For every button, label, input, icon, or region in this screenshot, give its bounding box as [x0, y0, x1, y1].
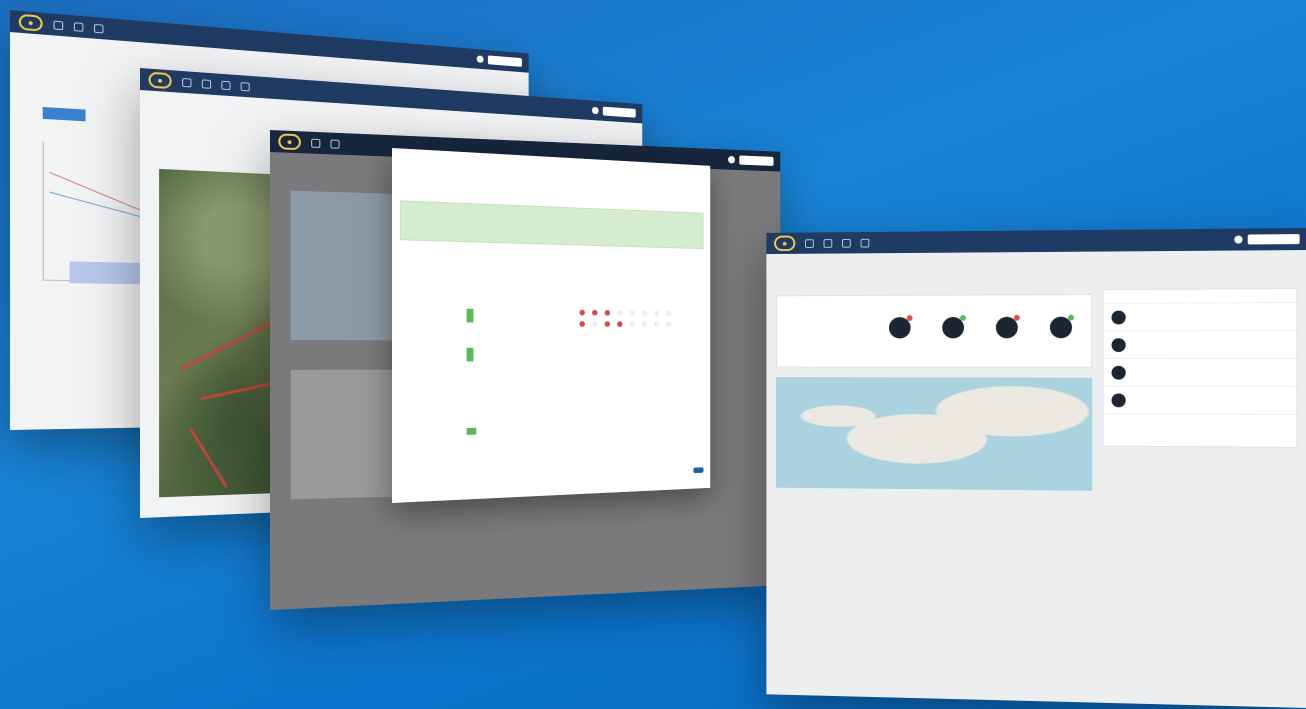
status-dot: [641, 321, 648, 328]
search-input[interactable]: [487, 55, 522, 67]
home-icon[interactable]: [73, 21, 84, 32]
status-dot: [579, 321, 585, 327]
list-icon[interactable]: [93, 23, 104, 33]
status-dot: [617, 310, 623, 316]
device-icon: [1111, 337, 1126, 352]
activity-list: [1103, 303, 1297, 415]
chart-icon[interactable]: [240, 81, 250, 91]
detail-modal: [392, 148, 711, 503]
status-dot: [604, 321, 611, 327]
activity-panel: [1102, 288, 1298, 448]
app-logo[interactable]: ●: [774, 235, 796, 252]
list-icon[interactable]: [221, 80, 231, 90]
status-icon: [995, 314, 1020, 339]
status-badge: [906, 315, 913, 321]
status-dot: [641, 310, 648, 316]
device-icon: [1111, 365, 1126, 380]
list-item[interactable]: [1103, 303, 1297, 332]
app-logo[interactable]: ●: [148, 71, 172, 90]
status-circles: [888, 314, 1075, 342]
list-icon[interactable]: [842, 238, 851, 248]
europe-map[interactable]: [776, 377, 1093, 491]
showcase-stage: ● ● ● ●: [0, 0, 1306, 709]
status-toggle[interactable]: [466, 347, 474, 362]
list-item[interactable]: [1103, 331, 1297, 359]
status-icon: [942, 314, 966, 339]
status-badge: [1013, 314, 1020, 321]
status-dot: [592, 309, 598, 316]
view-more-link[interactable]: [1103, 414, 1296, 423]
status-dot: [604, 309, 611, 316]
status-circle[interactable]: [995, 314, 1020, 342]
search-input[interactable]: [602, 106, 636, 118]
ok-label: [693, 467, 704, 474]
user-icon[interactable]: [1234, 235, 1243, 244]
list-item[interactable]: [1103, 358, 1297, 387]
status-dot: [629, 310, 635, 316]
device-icon: [1111, 392, 1126, 407]
route-line: [189, 427, 228, 488]
ok-button[interactable]: [693, 461, 704, 478]
grid-icon[interactable]: [182, 77, 192, 88]
tab-selector[interactable]: [42, 106, 86, 122]
home-icon[interactable]: [330, 139, 340, 149]
status-icon: [888, 315, 913, 339]
map-thumbnail: [290, 190, 402, 341]
grid-icon[interactable]: [805, 238, 814, 248]
item-list: [290, 369, 402, 500]
activity-header: [1103, 289, 1297, 304]
status-circle[interactable]: [888, 315, 913, 341]
home-icon[interactable]: [201, 78, 212, 89]
status-dot: [579, 309, 585, 316]
chart-icon[interactable]: [860, 238, 870, 248]
search-input[interactable]: [739, 155, 774, 166]
user-icon[interactable]: [591, 106, 599, 115]
alert-text: [401, 211, 703, 222]
status-icon: [1049, 314, 1075, 339]
status-dot: [592, 321, 598, 327]
status-dot: [629, 321, 635, 327]
dashboard-title: [766, 250, 1306, 268]
device-icon: [1111, 310, 1126, 324]
summary-card: [776, 293, 1093, 368]
user-icon[interactable]: [728, 155, 735, 164]
status-dot: [654, 310, 660, 317]
app-logo[interactable]: ●: [278, 133, 301, 151]
alert-subtext: [401, 214, 703, 225]
status-toggle[interactable]: [466, 427, 477, 435]
app-logo[interactable]: ●: [18, 13, 43, 32]
status-dot: [666, 321, 672, 328]
home-icon[interactable]: [823, 238, 833, 248]
status-dot: [654, 321, 660, 328]
status-dot: [617, 321, 623, 327]
status-badge: [960, 314, 966, 321]
dashboard-window: ●: [766, 228, 1306, 708]
grid-icon[interactable]: [53, 20, 64, 30]
grid-icon[interactable]: [311, 138, 321, 148]
status-dot: [666, 310, 672, 317]
user-icon[interactable]: [476, 55, 484, 63]
success-alert: [400, 200, 704, 250]
status-circle[interactable]: [1049, 314, 1075, 342]
list-item[interactable]: [1103, 386, 1297, 415]
status-circle[interactable]: [942, 314, 966, 341]
search-input[interactable]: [1247, 234, 1300, 245]
status-toggle[interactable]: [466, 308, 474, 323]
status-grid: [579, 309, 674, 328]
status-badge: [1068, 314, 1075, 321]
